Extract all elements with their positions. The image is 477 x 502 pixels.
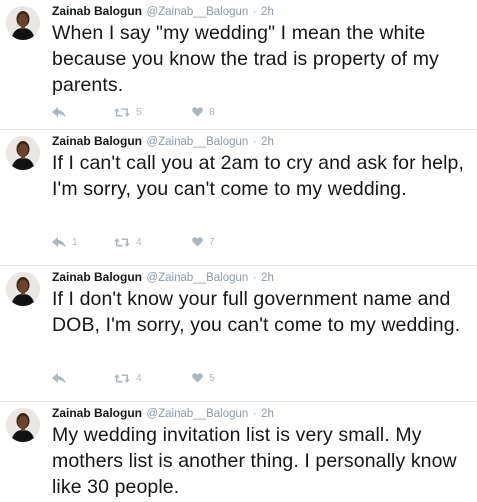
user-handle[interactable]: @Zainab__Balogun bbox=[146, 272, 248, 284]
display-name[interactable]: Zainab Balogun bbox=[52, 4, 142, 18]
separator-dot: · bbox=[252, 6, 257, 18]
reply-icon bbox=[52, 106, 66, 117]
retweet-count: 4 bbox=[136, 372, 142, 384]
retweet-icon bbox=[114, 373, 130, 383]
like-count: 8 bbox=[209, 106, 215, 118]
heart-icon bbox=[192, 107, 203, 117]
display-name[interactable]: Zainab Balogun bbox=[52, 134, 142, 148]
retweet-count: 5 bbox=[136, 106, 142, 118]
avatar[interactable] bbox=[6, 408, 40, 442]
separator-dot: · bbox=[252, 272, 257, 284]
retweet-count: 4 bbox=[136, 236, 142, 248]
avatar-image bbox=[6, 272, 40, 306]
tweet: Zainab Balogun @Zainab__Balogun · 2h If … bbox=[0, 266, 477, 402]
reply-button[interactable]: 1 bbox=[52, 236, 114, 248]
avatar-image bbox=[6, 136, 40, 170]
separator-dot: · bbox=[252, 136, 257, 148]
avatar-image bbox=[6, 408, 40, 442]
like-button[interactable]: 8 bbox=[192, 107, 252, 118]
timestamp[interactable]: 2h bbox=[261, 136, 274, 148]
tweet: Zainab Balogun @Zainab__Balogun · 2h If … bbox=[0, 130, 477, 266]
timestamp[interactable]: 2h bbox=[261, 408, 274, 420]
heart-icon bbox=[192, 237, 203, 247]
like-button[interactable]: 7 bbox=[192, 237, 252, 248]
retweet-button[interactable]: 4 bbox=[114, 237, 192, 248]
tweet-text: If I don't know your full government nam… bbox=[52, 288, 461, 336]
like-count: 5 bbox=[209, 372, 215, 384]
retweet-icon bbox=[114, 107, 130, 117]
avatar-image bbox=[6, 6, 40, 40]
tweet-actions: 5 8 bbox=[52, 104, 252, 120]
display-name[interactable]: Zainab Balogun bbox=[52, 406, 142, 420]
tweet-header: Zainab Balogun @Zainab__Balogun · 2h bbox=[52, 266, 477, 288]
tweet: Zainab Balogun @Zainab__Balogun · 2h My … bbox=[0, 402, 477, 502]
like-button[interactable]: 5 bbox=[192, 373, 252, 384]
tweet: Zainab Balogun @Zainab__Balogun · 2h Whe… bbox=[0, 0, 477, 130]
tweet-actions: 4 5 bbox=[52, 370, 252, 386]
tweet-text: If I can't call you at 2am to cry and as… bbox=[52, 152, 465, 200]
timestamp[interactable]: 2h bbox=[261, 6, 274, 18]
display-name[interactable]: Zainab Balogun bbox=[52, 270, 142, 284]
tweet-text: My wedding invitation list is very small… bbox=[52, 424, 457, 498]
reply-icon bbox=[52, 372, 66, 383]
tweet-header: Zainab Balogun @Zainab__Balogun · 2h bbox=[52, 402, 477, 424]
retweet-button[interactable]: 4 bbox=[114, 373, 192, 384]
avatar[interactable] bbox=[6, 272, 40, 306]
avatar[interactable] bbox=[6, 6, 40, 40]
reply-count: 1 bbox=[72, 236, 78, 248]
reply-button[interactable] bbox=[52, 372, 114, 384]
reply-button[interactable] bbox=[52, 106, 114, 118]
tweet-header: Zainab Balogun @Zainab__Balogun · 2h bbox=[52, 0, 477, 22]
tweet-feed: Zainab Balogun @Zainab__Balogun · 2h Whe… bbox=[0, 0, 477, 502]
retweet-icon bbox=[114, 237, 130, 247]
timestamp[interactable]: 2h bbox=[261, 272, 274, 284]
user-handle[interactable]: @Zainab__Balogun bbox=[146, 6, 248, 18]
reply-icon bbox=[52, 236, 66, 247]
tweet-header: Zainab Balogun @Zainab__Balogun · 2h bbox=[52, 130, 477, 152]
heart-icon bbox=[192, 373, 203, 383]
avatar[interactable] bbox=[6, 136, 40, 170]
user-handle[interactable]: @Zainab__Balogun bbox=[146, 136, 248, 148]
tweet-text: When I say "my wedding" I mean the white… bbox=[52, 22, 439, 96]
separator-dot: · bbox=[252, 408, 257, 420]
like-count: 7 bbox=[209, 236, 215, 248]
user-handle[interactable]: @Zainab__Balogun bbox=[146, 408, 248, 420]
tweet-actions: 1 4 7 bbox=[52, 234, 252, 250]
retweet-button[interactable]: 5 bbox=[114, 107, 192, 118]
